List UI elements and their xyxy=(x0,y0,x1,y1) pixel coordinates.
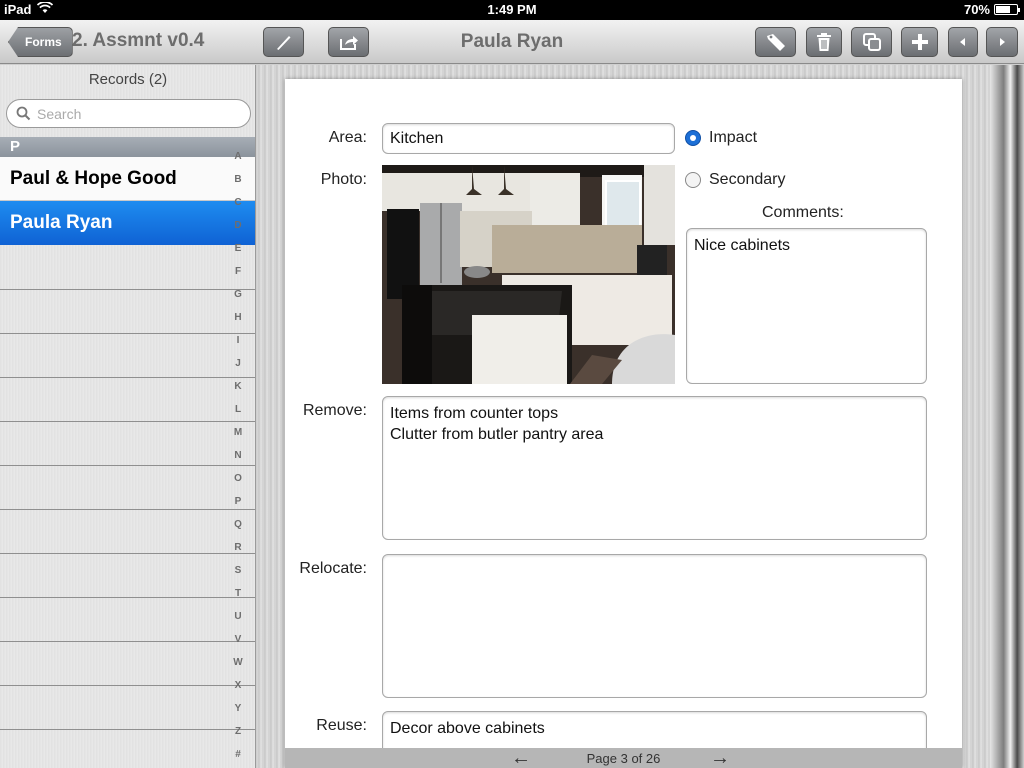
index-letter[interactable]: V xyxy=(228,628,248,651)
index-letter[interactable]: Y xyxy=(228,697,248,720)
list-divider xyxy=(0,289,255,290)
tag-icon xyxy=(765,32,787,52)
area-field[interactable]: Kitchen xyxy=(382,123,675,154)
list-divider xyxy=(0,465,255,466)
index-letter[interactable]: O xyxy=(228,467,248,490)
impact-radio[interactable]: Impact xyxy=(685,129,757,147)
remove-label: Remove: xyxy=(302,402,367,419)
delete-button[interactable] xyxy=(806,27,842,57)
records-count-title: Records (2) xyxy=(88,71,168,88)
previous-record-button[interactable] xyxy=(948,27,978,57)
list-divider xyxy=(0,685,255,686)
copy-icon xyxy=(862,32,882,52)
page-edge-decoration xyxy=(990,65,1024,768)
section-header-p: P xyxy=(0,137,255,157)
list-divider xyxy=(0,509,255,510)
record-row-paul-hope-good[interactable]: Paul & Hope Good xyxy=(0,157,255,201)
reuse-label: Reuse: xyxy=(316,717,367,734)
index-letter[interactable]: L xyxy=(228,398,248,421)
next-page-arrow-icon[interactable]: → xyxy=(710,748,730,768)
index-letter[interactable]: J xyxy=(228,352,248,375)
form-page: Area: Kitchen Impact Secondary Photo: Co… xyxy=(285,79,962,768)
relocate-field[interactable] xyxy=(382,554,927,698)
index-letter[interactable]: D xyxy=(228,214,248,237)
list-divider xyxy=(0,641,255,642)
impact-label: Impact xyxy=(709,129,758,146)
index-letter[interactable]: # xyxy=(228,743,248,766)
index-letter[interactable]: E xyxy=(228,237,248,260)
index-letter[interactable]: Q xyxy=(228,513,248,536)
index-letter[interactable]: Z xyxy=(228,720,248,743)
index-letter[interactable]: U xyxy=(228,605,248,628)
battery-icon xyxy=(994,4,1020,15)
radio-unselected-icon xyxy=(685,172,701,188)
list-divider xyxy=(0,377,255,378)
next-record-button[interactable] xyxy=(986,27,1018,57)
alphabet-index[interactable]: A B C D E F G H I J K L M N O P Q R S T U V W X Y Z # xyxy=(228,145,248,766)
list-divider xyxy=(0,729,255,730)
list-divider xyxy=(0,333,255,334)
photo-label: Photo: xyxy=(320,171,367,188)
index-letter[interactable]: B xyxy=(228,168,248,191)
page-navigation-bar: ← Page 3 of 26 → xyxy=(285,748,962,768)
kitchen-photo[interactable] xyxy=(382,165,675,384)
index-letter[interactable]: G xyxy=(228,283,248,306)
pen-icon xyxy=(274,32,294,52)
search-input[interactable] xyxy=(37,104,237,124)
pen-button[interactable] xyxy=(263,27,304,57)
search-field[interactable] xyxy=(6,99,251,128)
page-indicator: Page 3 of 26 xyxy=(586,751,661,766)
share-icon xyxy=(338,33,360,51)
trash-icon xyxy=(816,32,832,52)
record-row-paula-ryan[interactable]: Paula Ryan xyxy=(0,201,255,245)
list-divider xyxy=(0,553,255,554)
index-letter[interactable]: R xyxy=(228,536,248,559)
arrow-right-icon xyxy=(997,37,1007,47)
index-letter[interactable]: N xyxy=(228,444,248,467)
relocate-label: Relocate: xyxy=(299,560,367,577)
index-letter[interactable]: H xyxy=(228,306,248,329)
radio-selected-icon xyxy=(685,130,701,146)
search-icon xyxy=(16,106,31,126)
status-bar: iPad 1:49 PM 70% xyxy=(0,0,1024,20)
comments-field[interactable]: Nice cabinets xyxy=(686,228,927,384)
arrow-left-icon xyxy=(958,37,968,47)
index-letter[interactable]: P xyxy=(228,490,248,513)
index-letter[interactable]: X xyxy=(228,674,248,697)
index-letter[interactable]: M xyxy=(228,421,248,444)
index-letter[interactable]: C xyxy=(228,191,248,214)
comments-label: Comments: xyxy=(762,204,844,221)
navigation-bar: Forms 2. Assmnt v0.4 Paula Ryan xyxy=(0,20,1024,64)
secondary-label: Secondary xyxy=(709,171,786,188)
index-letter[interactable]: W xyxy=(228,651,248,674)
index-letter[interactable]: I xyxy=(228,329,248,352)
index-letter[interactable]: T xyxy=(228,582,248,605)
index-letter[interactable]: S xyxy=(228,559,248,582)
index-letter[interactable]: K xyxy=(228,375,248,398)
battery-percent: 70% xyxy=(963,2,990,17)
share-button[interactable] xyxy=(328,27,369,57)
records-sidebar: Records (2) P Paul & Hope Good Paula Rya… xyxy=(0,65,256,768)
index-letter[interactable]: A xyxy=(228,145,248,168)
add-record-button[interactable] xyxy=(901,27,938,57)
copy-button[interactable] xyxy=(851,27,892,57)
list-divider xyxy=(0,421,255,422)
secondary-radio[interactable]: Secondary xyxy=(685,171,786,189)
list-divider xyxy=(0,597,255,598)
area-label: Area: xyxy=(328,129,367,146)
tag-button[interactable] xyxy=(755,27,796,57)
plus-icon xyxy=(911,33,929,51)
remove-field[interactable]: Items from counter tops Clutter from but… xyxy=(382,396,927,540)
clock: 1:49 PM xyxy=(487,2,537,17)
index-letter[interactable]: F xyxy=(228,260,248,283)
